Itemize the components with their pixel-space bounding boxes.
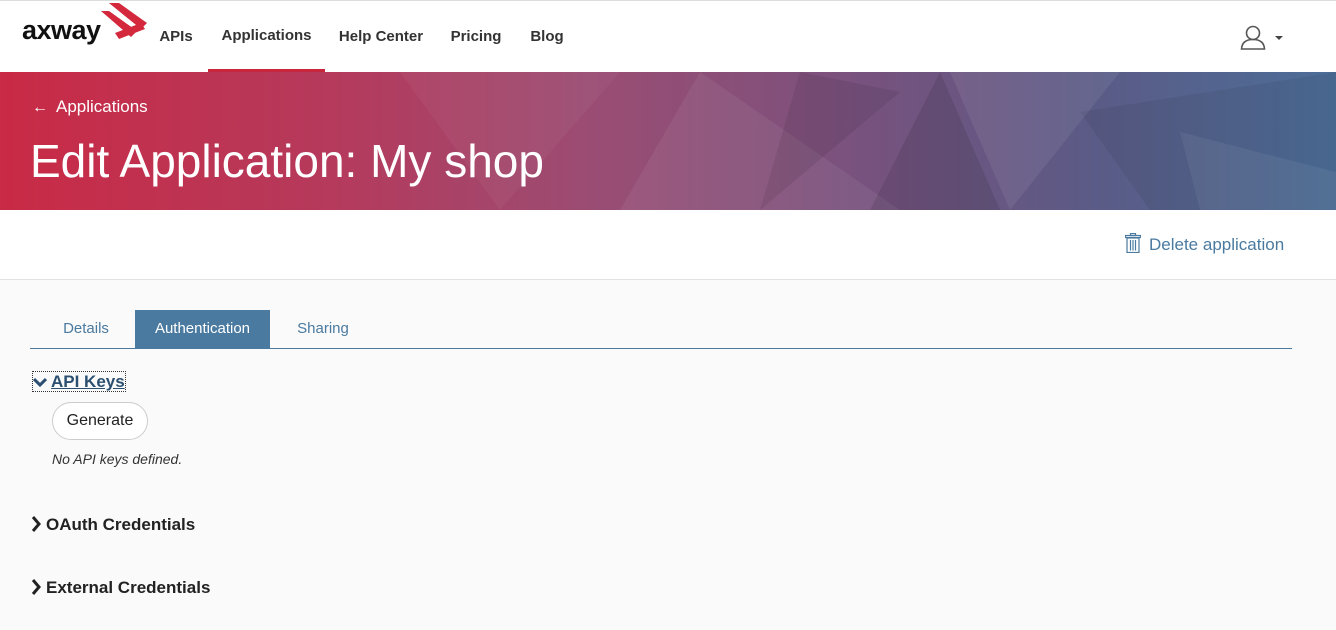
api-keys-title: API Keys: [51, 372, 125, 391]
delete-application-label: Delete application: [1149, 235, 1285, 254]
back-link-label: Applications: [56, 97, 148, 116]
nav-pricing[interactable]: Pricing: [446, 1, 506, 73]
back-to-applications-link[interactable]: ← Applications: [32, 97, 148, 117]
external-credentials-title: External Credentials: [46, 578, 211, 597]
oauth-credentials-title: OAuth Credentials: [46, 515, 196, 534]
user-menu[interactable]: [1238, 23, 1288, 53]
trash-icon: [1124, 232, 1142, 254]
api-keys-section-toggle[interactable]: API Keys: [32, 371, 126, 392]
nav-apis[interactable]: APIs: [152, 1, 200, 73]
oauth-credentials-section-toggle[interactable]: OAuth Credentials: [30, 515, 195, 535]
nav-help-center[interactable]: Help Center: [333, 1, 429, 73]
chevron-right-icon: [31, 579, 41, 595]
page-header-banner: ← Applications Edit Application: My shop: [0, 72, 1336, 210]
nav-blog[interactable]: Blog: [523, 1, 571, 73]
axway-logo[interactable]: axway: [22, 3, 148, 47]
tab-sharing[interactable]: Sharing: [282, 310, 364, 348]
chevron-down-icon: [32, 377, 48, 388]
logo-text: axway: [22, 15, 101, 45]
user-icon: [1240, 25, 1283, 50]
no-api-keys-message: No API keys defined.: [52, 451, 183, 467]
logo-mark-icon: [101, 3, 147, 39]
top-navbar: axway APIs Applications Help Center Pric…: [0, 0, 1336, 73]
tab-authentication[interactable]: Authentication: [135, 310, 270, 348]
page-title: Edit Application: My shop: [30, 135, 544, 187]
external-credentials-section-toggle[interactable]: External Credentials: [30, 578, 210, 598]
tab-details[interactable]: Details: [46, 310, 126, 348]
nav-applications[interactable]: Applications: [208, 1, 325, 73]
tab-bar: Details Authentication Sharing: [30, 310, 1292, 349]
chevron-right-icon: [31, 516, 41, 532]
arrow-left-icon: ←: [32, 99, 48, 116]
generate-api-key-button[interactable]: Generate: [52, 402, 148, 440]
caret-down-icon: [1275, 36, 1283, 40]
action-bar: Delete application: [0, 210, 1336, 280]
delete-application-button[interactable]: Delete application: [1124, 232, 1285, 257]
